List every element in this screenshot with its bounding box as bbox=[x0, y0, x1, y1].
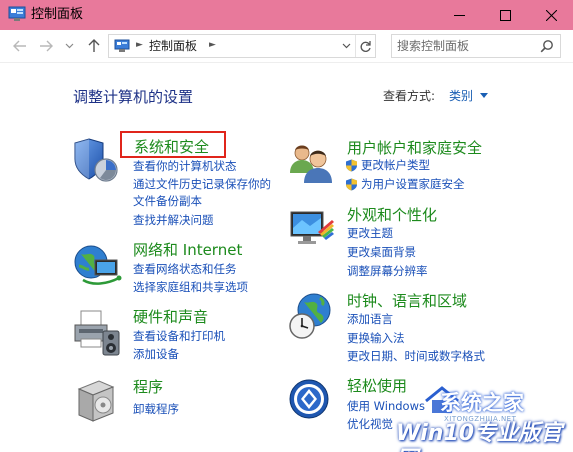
search-placeholder: 搜索控制面板 bbox=[397, 39, 470, 53]
navigation-bar: ► 控制面板 ► 搜索控制面板 bbox=[0, 30, 573, 63]
address-bar[interactable]: ► 控制面板 ► bbox=[108, 34, 376, 58]
search-icon[interactable] bbox=[540, 39, 554, 53]
shield-icon[interactable] bbox=[73, 137, 123, 187]
refresh-icon bbox=[360, 40, 371, 52]
link-add-language[interactable]: 添加语言 bbox=[347, 312, 393, 327]
uac-shield-icon bbox=[346, 159, 357, 172]
highlight-box bbox=[120, 131, 226, 158]
link-adjust-resolution[interactable]: 调整屏幕分辨率 bbox=[347, 264, 428, 279]
close-icon bbox=[545, 9, 557, 21]
category-clock-language-region: 时钟、语言和区域 添加语言 更换输入法 更改日期、时间或数字格式 bbox=[288, 292, 508, 372]
category-network-internet: 网络和 Internet 查看网络状态和任务 选择家庭组和共享选项 bbox=[73, 240, 293, 300]
control-panel-icon bbox=[114, 39, 130, 52]
refresh-button[interactable] bbox=[355, 35, 375, 57]
category-appearance: 外观和个性化 更改主题 更改桌面背景 调整屏幕分辨率 bbox=[288, 206, 508, 286]
category-title-clock-language-region[interactable]: 时钟、语言和区域 bbox=[347, 292, 467, 310]
link-change-input-method[interactable]: 更换输入法 bbox=[347, 331, 405, 346]
link-uninstall-program[interactable]: 卸载程序 bbox=[133, 402, 179, 417]
watermark-logo-text: Win10专业版官网 bbox=[396, 421, 563, 452]
category-programs: 程序 卸载程序 bbox=[73, 377, 293, 427]
title-bar: 控制面板 bbox=[0, 0, 573, 30]
watermark-brand: 系统之家 bbox=[440, 391, 524, 415]
category-title-programs[interactable]: 程序 bbox=[133, 378, 163, 396]
back-button[interactable] bbox=[12, 38, 28, 54]
maximize-icon bbox=[499, 9, 511, 21]
link-network-status[interactable]: 查看网络状态和任务 bbox=[133, 262, 237, 277]
category-hardware-sound: 硬件和声音 查看设备和打印机 添加设备 bbox=[73, 307, 293, 367]
minimize-icon bbox=[453, 14, 465, 16]
control-panel-icon bbox=[8, 6, 26, 21]
link-change-date-time-format[interactable]: 更改日期、时间或数字格式 bbox=[347, 349, 485, 364]
chevron-down-icon bbox=[65, 43, 73, 49]
category-title-hardware-sound[interactable]: 硬件和声音 bbox=[133, 308, 208, 326]
globe-network-icon[interactable] bbox=[73, 240, 123, 290]
link-family-safety[interactable]: 为用户设置家庭安全 bbox=[345, 177, 465, 192]
link-homegroup-sharing[interactable]: 选择家庭组和共享选项 bbox=[133, 280, 248, 295]
monitor-paint-icon[interactable] bbox=[288, 206, 338, 256]
view-by-label: 查看方式: bbox=[383, 89, 436, 103]
chevron-down-icon bbox=[342, 43, 350, 49]
search-input[interactable]: 搜索控制面板 bbox=[391, 34, 561, 58]
link-change-theme[interactable]: 更改主题 bbox=[347, 226, 393, 241]
arrow-up-icon bbox=[88, 39, 100, 52]
link-change-desktop-background[interactable]: 更改桌面背景 bbox=[347, 245, 416, 260]
link-add-device[interactable]: 添加设备 bbox=[133, 347, 179, 362]
up-button[interactable] bbox=[86, 38, 102, 54]
link-file-history-backup-cont[interactable]: 文件备份副本 bbox=[133, 194, 202, 209]
uac-shield-icon bbox=[346, 178, 357, 191]
link-change-account-type-label[interactable]: 更改帐户类型 bbox=[361, 158, 430, 172]
breadcrumb-separator[interactable]: ► bbox=[136, 40, 143, 50]
category-user-accounts: 用户帐户和家庭安全 更改帐户类型 为用户设置家庭安全 bbox=[288, 139, 508, 199]
breadcrumb-control-panel[interactable]: 控制面板 bbox=[149, 38, 197, 54]
view-by-dropdown[interactable]: 类别 bbox=[449, 88, 473, 104]
arrow-right-icon bbox=[40, 40, 53, 52]
programs-box-icon[interactable] bbox=[73, 377, 123, 427]
link-devices-printers[interactable]: 查看设备和打印机 bbox=[133, 329, 225, 344]
arrow-left-icon bbox=[13, 40, 26, 52]
category-title-user-accounts[interactable]: 用户帐户和家庭安全 bbox=[347, 139, 482, 157]
category-title-appearance[interactable]: 外观和个性化 bbox=[347, 206, 437, 224]
link-family-safety-label[interactable]: 为用户设置家庭安全 bbox=[361, 177, 465, 191]
watermark: 系统之家 XITONGZHIJIA.NET Win10专业版官网 bbox=[378, 385, 573, 452]
page-title: 调整计算机的设置 bbox=[73, 88, 194, 106]
globe-clock-icon[interactable] bbox=[288, 292, 338, 342]
link-change-account-type[interactable]: 更改帐户类型 bbox=[345, 158, 430, 173]
forward-button[interactable] bbox=[38, 38, 54, 54]
minimize-button[interactable] bbox=[436, 0, 482, 30]
window-title: 控制面板 bbox=[31, 7, 84, 22]
ease-of-access-icon[interactable] bbox=[288, 377, 338, 427]
link-troubleshoot[interactable]: 查找并解决问题 bbox=[133, 213, 214, 228]
users-icon[interactable] bbox=[288, 139, 338, 189]
link-file-history-backup[interactable]: 通过文件历史记录保存你的 bbox=[133, 177, 271, 192]
close-button[interactable] bbox=[528, 0, 573, 30]
printer-icon[interactable] bbox=[73, 307, 123, 357]
breadcrumb-separator[interactable]: ► bbox=[209, 40, 216, 50]
link-view-computer-status[interactable]: 查看你的计算机状态 bbox=[133, 159, 237, 174]
address-dropdown-button[interactable] bbox=[338, 35, 354, 57]
category-title-network-internet[interactable]: 网络和 Internet bbox=[133, 241, 242, 259]
chevron-down-icon[interactable] bbox=[480, 93, 488, 98]
recent-locations-button[interactable] bbox=[61, 38, 77, 54]
maximize-button[interactable] bbox=[482, 0, 528, 30]
